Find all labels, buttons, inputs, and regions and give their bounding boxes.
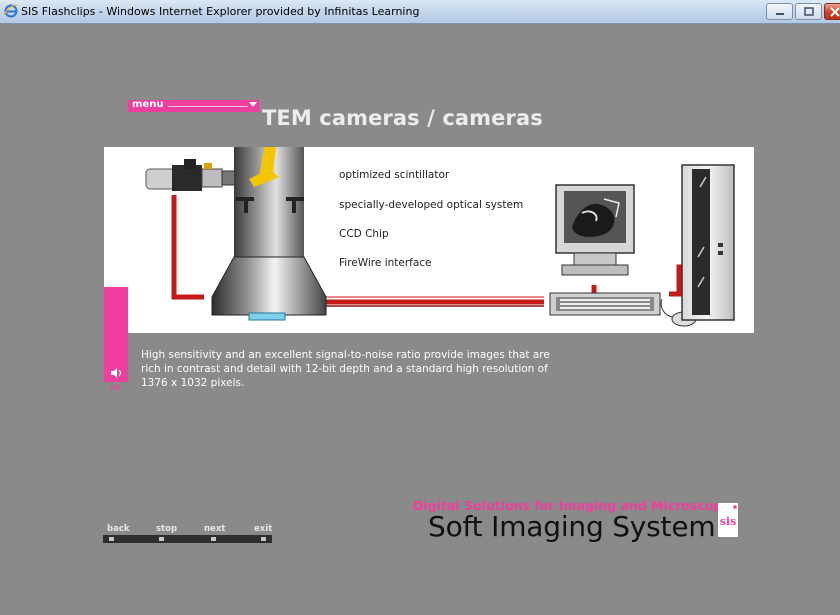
minimize-button[interactable] [766,3,793,20]
exit-button[interactable]: exit [254,524,272,534]
feature-optical-system: specially-developed optical system [339,199,524,211]
illustration-panel: optimized scintillator specially-develop… [104,147,754,333]
next-button[interactable]: next [204,524,225,534]
description-text: High sensitivity and an excellent signal… [141,349,550,389]
menu-dropdown[interactable]: menu [128,99,259,112]
computer-tower [681,164,735,321]
menu-divider [168,106,248,107]
window-title: SIS Flashclips - Windows Internet Explor… [21,5,420,18]
back-button[interactable]: back [107,524,130,534]
stop-marker [159,537,164,541]
sound-toggle[interactable] [104,287,128,382]
exit-marker [261,537,266,541]
ccd-chip [248,312,286,321]
next-marker [211,537,216,541]
tem-chamber [211,256,327,316]
back-marker [109,537,114,541]
feature-ccd-chip: CCD Chip [339,228,389,240]
chevron-down-icon [249,102,257,107]
sis-logo-icon: sis [718,503,738,537]
window-titlebar: SIS Flashclips - Windows Internet Explor… [0,0,840,24]
stop-button[interactable]: stop [156,524,177,534]
close-icon [830,7,840,17]
svg-text:sis: sis [720,515,737,528]
page-title: TEM cameras / cameras [262,106,543,130]
internet-explorer-icon [4,4,18,18]
maximize-button[interactable] [795,3,822,20]
sound-state-label: on [110,383,122,393]
speaker-icon [111,368,121,378]
menu-label: menu [132,99,164,110]
playback-nav-bar[interactable] [103,535,272,543]
keyboard [549,292,661,316]
minimize-icon [776,13,784,15]
feature-scintillator: optimized scintillator [339,169,450,181]
brand-name: Soft Imaging System [428,510,716,543]
close-button[interactable] [824,3,840,20]
side-camera [145,159,237,191]
computer-monitor [555,184,635,276]
feature-firewire: FireWire interface [339,257,432,269]
restore-icon [804,7,814,16]
